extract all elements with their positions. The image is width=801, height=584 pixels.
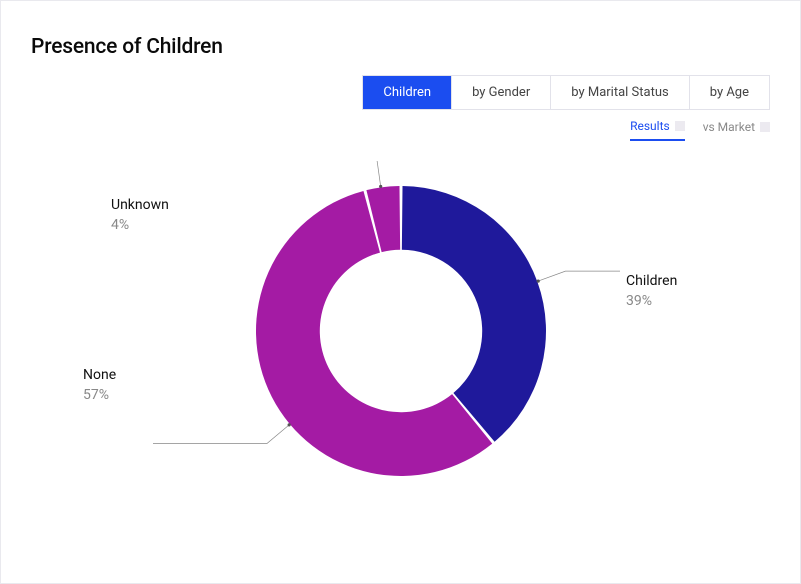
subtab-results[interactable]: Results — [630, 119, 685, 141]
slice-label-name: Unknown — [111, 197, 169, 213]
sub-tabs: Results vs Market — [630, 119, 770, 141]
leader-line — [538, 271, 620, 281]
leader-dot — [288, 423, 291, 426]
slice-label-value: 57% — [83, 387, 109, 403]
subtab-label: Results — [630, 119, 670, 133]
swatch-icon — [675, 121, 685, 131]
leader-line — [153, 425, 289, 444]
slice-children[interactable] — [402, 186, 546, 442]
subtab-vs-market[interactable]: vs Market — [703, 120, 770, 140]
slice-label-value: 4% — [111, 217, 129, 233]
subtab-label: vs Market — [703, 120, 755, 134]
main-tabs: Childrenby Genderby Marital Statusby Age — [362, 75, 770, 110]
tab-by-age[interactable]: by Age — [690, 76, 769, 109]
swatch-icon — [760, 122, 770, 132]
leader-dot — [537, 279, 540, 282]
card: Presence of Children Childrenby Genderby… — [0, 0, 801, 584]
slice-label-value: 39% — [626, 293, 652, 309]
leader-dot — [379, 185, 382, 188]
tab-children[interactable]: Children — [363, 76, 452, 109]
slice-label-name: Children — [626, 273, 677, 289]
donut-chart: Children 39% None 57% Unknown 4% — [1, 161, 801, 541]
tab-by-marital-status[interactable]: by Marital Status — [551, 76, 689, 109]
slice-label-name: None — [83, 367, 116, 383]
tab-by-gender[interactable]: by Gender — [452, 76, 551, 109]
page-title: Presence of Children — [31, 35, 770, 59]
leader-line — [181, 161, 381, 186]
